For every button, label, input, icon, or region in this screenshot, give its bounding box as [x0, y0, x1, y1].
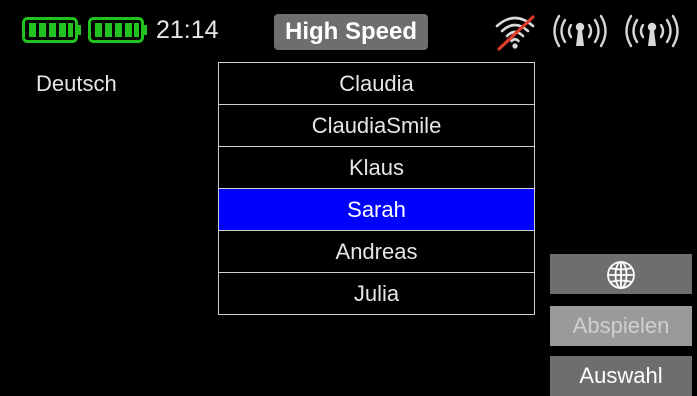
wifi-off-icon — [493, 12, 537, 57]
antenna-signal-icon — [553, 11, 607, 56]
voice-item[interactable]: ClaudiaSmile — [218, 104, 535, 147]
language-button[interactable] — [550, 254, 692, 294]
status-bar: 21:14 High Speed — [0, 0, 697, 62]
voice-item[interactable]: Sarah — [218, 188, 535, 231]
battery-icon — [22, 16, 82, 44]
mode-badge[interactable]: High Speed — [274, 14, 428, 50]
clock-time: 21:14 — [156, 16, 219, 44]
antenna-signal-icon — [625, 11, 679, 56]
voice-item[interactable]: Andreas — [218, 230, 535, 273]
voice-list: Claudia ClaudiaSmile Klaus Sarah Andreas Juli… — [218, 62, 535, 315]
battery-icon — [88, 16, 148, 44]
voice-item[interactable]: Claudia — [218, 62, 535, 105]
voice-item[interactable]: Julia — [218, 272, 535, 315]
language-label[interactable]: Deutsch — [36, 70, 117, 98]
globe-icon — [607, 261, 635, 290]
select-button[interactable]: Auswahl — [550, 356, 692, 396]
voice-item[interactable]: Klaus — [218, 146, 535, 189]
play-button[interactable]: Abspielen — [550, 306, 692, 346]
